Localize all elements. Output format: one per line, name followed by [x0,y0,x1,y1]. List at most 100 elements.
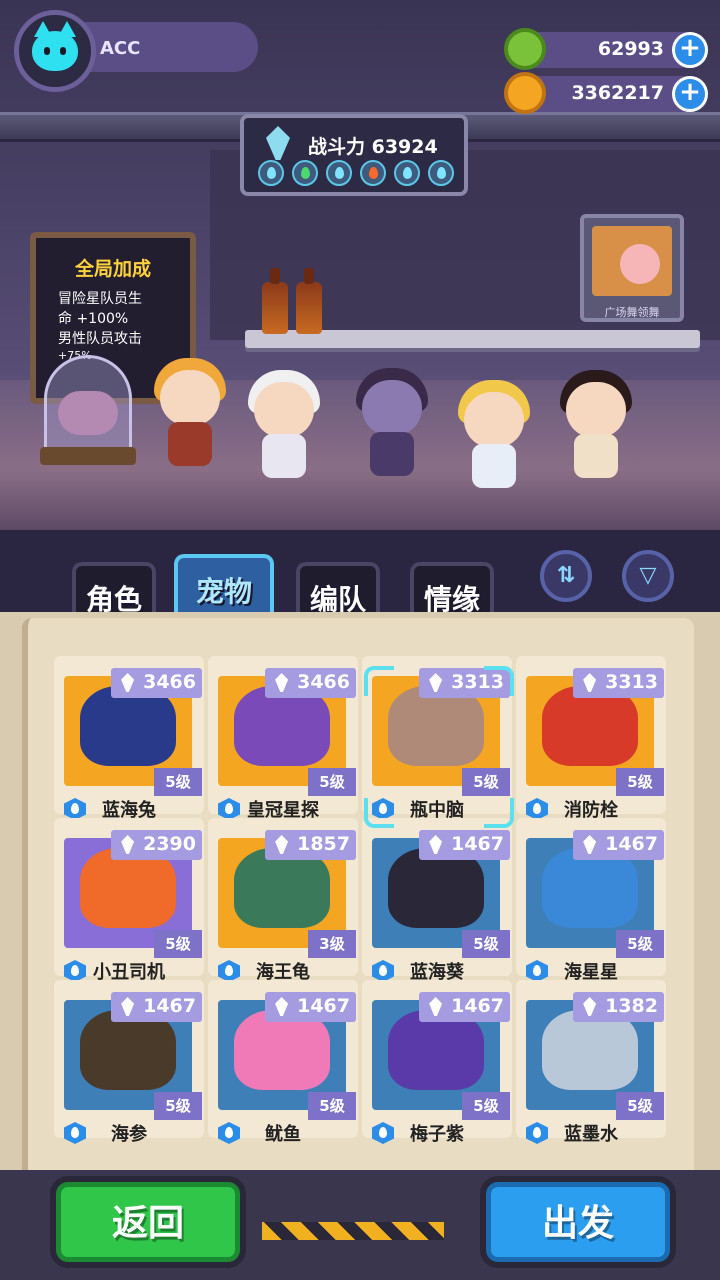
pet-icon [234,1010,330,1090]
pet-level: 5级 [154,768,202,796]
pet-power: 3466 [265,668,356,698]
crew-member[interactable] [150,350,230,470]
pet-icon [80,848,176,928]
pet-level: 5级 [616,768,664,796]
pet-icon [388,1010,484,1090]
pet-name: 鱿鱼 [265,1124,301,1145]
water-drop-icon [326,160,352,186]
brain-jar-decoration [40,355,136,465]
crew-member[interactable] [352,360,432,480]
combat-power-label: 战斗力 63924 [308,136,438,158]
filter-icon: ▽ [639,563,657,588]
back-button[interactable]: 返回 [56,1182,240,1262]
pet-level: 5级 [154,930,202,958]
crew-member[interactable] [244,362,324,482]
currency-value: 62993 [597,38,664,60]
pet-level: 5级 [462,768,510,796]
depart-button[interactable]: 出发 [486,1182,670,1262]
pet-power: 1467 [419,830,510,860]
pet-level: 5级 [308,768,356,796]
pet-card[interactable]: 1382 5级蓝墨水 [516,980,666,1145]
pet-icon [542,848,638,928]
pet-card[interactable]: 1467 5级 鱿鱼 [208,980,358,1145]
pet-level: 5级 [616,1092,664,1120]
bonus-line: 冒险星队员生 [58,291,142,307]
bonus-line: 男性队员攻击 [58,331,142,347]
pet-icon [80,1010,176,1090]
combat-power-panel[interactable]: 战斗力 63924 [240,114,468,196]
element-slots [258,160,454,186]
tab-bar: 角色 宠物 编队 情缘 [0,540,720,632]
player-avatar[interactable] [14,10,96,92]
selection-corner [484,798,514,828]
pet-level: 5级 [154,1092,202,1120]
dancer-avatar [620,244,660,284]
pet-icon [388,848,484,928]
pet-card[interactable]: 1467 5级 海星星 [516,818,666,983]
pet-icon [388,686,484,766]
pet-power: 2390 [111,830,202,860]
planet-coin-icon [504,72,546,114]
pet-level: 3级 [308,930,356,958]
pet-power: 3466 [111,668,202,698]
tv-label: 广场舞领舞 [604,306,660,319]
pet-grid: 3466 5级 蓝海兔 3466 5级 皇冠星探 3313 5级 瓶中脑 3313 5级 消防栓 239… [54,656,666,1145]
pet-card[interactable]: 2390 5级 小丑司机 [54,818,204,983]
pet-name: 海参 [111,1124,147,1145]
selection-corner [364,666,394,696]
bonus-title: 全局加成 [74,258,151,280]
pet-card[interactable]: 3466 5级 蓝海兔 [54,656,204,821]
pet-icon [234,848,330,928]
pet-icon [234,686,330,766]
sort-icon: ⇅ [556,563,576,588]
crew-member[interactable] [556,362,636,482]
pet-power: 1857 [265,830,356,860]
pet-level: 5级 [308,1092,356,1120]
pet-name: 梅子紫 [410,1124,464,1145]
donut-coin-icon [504,28,546,70]
crew-member[interactable] [454,372,534,492]
fire-icon [360,160,386,186]
green-drop-icon [292,160,318,186]
pet-name: 蓝墨水 [564,1124,618,1145]
pet-card[interactable]: 1467 5级梅子紫 [362,980,512,1145]
pet-icon [542,1010,638,1090]
tv-monitor[interactable]: 广场舞领舞 [580,214,684,322]
filter-button[interactable]: ▽ [622,550,674,602]
currency-planet: 3362217 + [504,72,708,114]
crystal-icon [266,126,290,160]
pet-card[interactable]: 3313 5级 消防栓 [516,656,666,821]
water-drop-icon [258,160,284,186]
add-planet-coin-button[interactable]: + [672,76,708,112]
pet-icon [542,686,638,766]
pet-level: 5级 [462,930,510,958]
player-name: ACC [100,38,141,59]
pet-power: 3313 [573,668,664,698]
currency-value: 3362217 [571,82,664,104]
bonus-line: 命 +100% [58,311,129,327]
pet-card[interactable]: 1467 5级 海参 [54,980,204,1145]
sort-button[interactable]: ⇅ [540,550,592,602]
pet-power: 1382 [573,992,664,1022]
pet-level: 5级 [462,1092,510,1120]
currency-donut: 62993 + [504,28,708,70]
selection-corner [484,666,514,696]
pet-level: 5级 [616,930,664,958]
bottle-icon [262,268,288,334]
pet-card[interactable]: 1467 5级 蓝海葵 [362,818,512,983]
tv-screen [592,226,672,296]
water-drop-icon [394,160,420,186]
pet-card[interactable]: 1857 3级 海王龟 [208,818,358,983]
pet-power: 1467 [573,830,664,860]
pet-power: 1467 [419,992,510,1022]
selection-corner [364,798,394,828]
pet-power: 1467 [111,992,202,1022]
cat-face-icon [32,21,78,71]
hazard-stripe [262,1222,444,1240]
bottle-icon [296,268,322,334]
water-drop-icon [428,160,454,186]
add-donut-button[interactable]: + [672,32,708,68]
pet-card[interactable]: 3466 5级 皇冠星探 [208,656,358,821]
pet-icon [80,686,176,766]
pet-power: 1467 [265,992,356,1022]
